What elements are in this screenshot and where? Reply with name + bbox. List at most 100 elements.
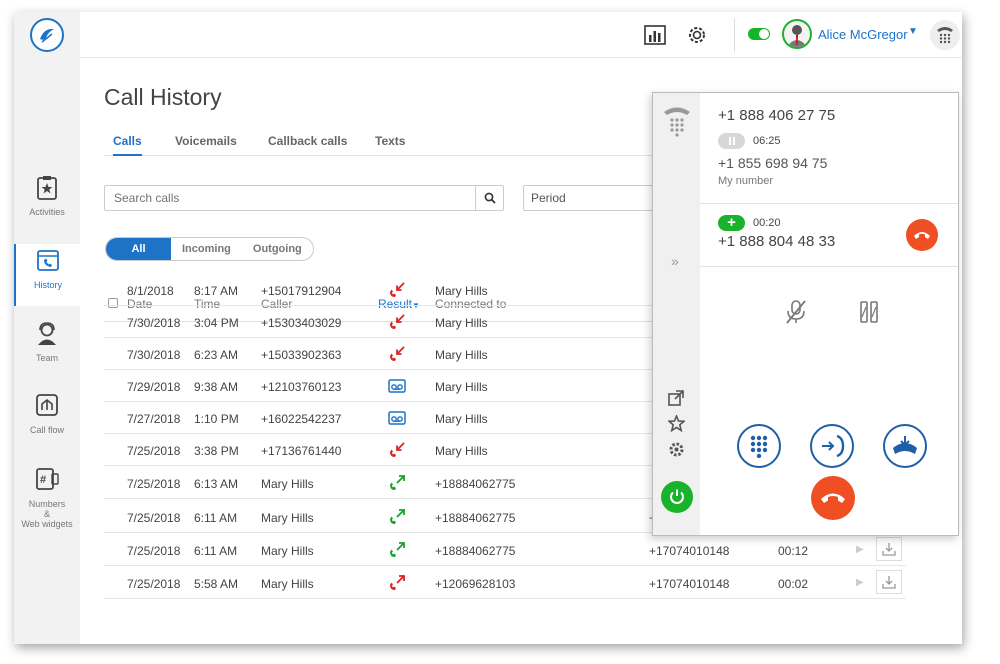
row-caller: Mary Hills bbox=[261, 511, 314, 525]
favorite-star-icon[interactable] bbox=[666, 413, 687, 437]
stats-icon[interactable] bbox=[642, 22, 668, 48]
row-time: 3:04 PM bbox=[194, 316, 239, 330]
outgoing-answered-icon bbox=[388, 508, 406, 526]
row-time: 8:17 AM bbox=[194, 284, 239, 298]
row-caller: +15017912904 bbox=[261, 284, 342, 298]
chevron-down-icon[interactable]: ▼ bbox=[908, 26, 918, 37]
sidebar-item-history[interactable]: History bbox=[14, 244, 80, 306]
expand-panel-button[interactable]: » bbox=[671, 253, 679, 269]
top-bar: Alice McGregor ▼ bbox=[14, 12, 962, 58]
missed-incoming-icon bbox=[388, 281, 406, 299]
clipboard-star-icon bbox=[37, 176, 57, 200]
download-icon bbox=[882, 543, 896, 556]
row-connected: +18884062775 bbox=[435, 477, 516, 491]
hangup-button[interactable] bbox=[811, 476, 855, 520]
availability-toggle[interactable] bbox=[748, 28, 770, 40]
transfer-button[interactable] bbox=[810, 424, 854, 468]
hold-indicator[interactable] bbox=[718, 133, 745, 149]
softphone-sidebar: » bbox=[653, 93, 700, 535]
search-button[interactable] bbox=[475, 186, 503, 210]
download-icon bbox=[882, 576, 896, 589]
table-row[interactable]: 7/25/2018 6:11 AM Mary Hills +18884062775 +1… bbox=[104, 534, 906, 566]
mute-mic-icon[interactable] bbox=[785, 299, 807, 330]
tab-callback-calls[interactable]: Callback calls bbox=[268, 134, 347, 156]
sidebar-item-numbers[interactable]: # Numbers & Web widgets bbox=[14, 466, 80, 546]
outgoing-missed-icon bbox=[388, 574, 406, 592]
tab-voicemails[interactable]: Voicemails bbox=[175, 134, 237, 156]
topbar-divider bbox=[734, 18, 735, 52]
pause-icon bbox=[728, 137, 735, 145]
add-call-button[interactable]: + bbox=[718, 215, 745, 231]
power-button[interactable] bbox=[661, 481, 693, 513]
hangup-small-button[interactable] bbox=[906, 219, 938, 251]
row-date: 8/1/2018 bbox=[127, 284, 174, 298]
sidebar-item-call-flow[interactable]: Call flow bbox=[14, 392, 80, 452]
held-call-number: +1 888 406 27 75 bbox=[718, 107, 836, 124]
settings-gear-icon[interactable] bbox=[684, 22, 710, 48]
row-date: 7/27/2018 bbox=[127, 412, 181, 426]
row-date: 7/25/2018 bbox=[127, 477, 181, 491]
user-avatar[interactable] bbox=[782, 19, 812, 49]
row-time: 9:38 AM bbox=[194, 380, 239, 394]
filter-all[interactable]: All bbox=[106, 238, 171, 260]
tab-calls[interactable]: Calls bbox=[113, 134, 142, 156]
sidebar-item-label: Web widgets bbox=[21, 519, 73, 529]
period-label: Period bbox=[531, 191, 566, 205]
panel-divider bbox=[700, 266, 958, 267]
missed-incoming-icon bbox=[388, 345, 406, 363]
sidebar-item-activities[interactable]: Activities bbox=[14, 174, 80, 234]
row-date: 7/25/2018 bbox=[127, 444, 181, 458]
my-number: +1 855 698 94 75 bbox=[718, 155, 828, 171]
park-call-button[interactable] bbox=[883, 424, 927, 468]
hangup-icon bbox=[914, 232, 930, 239]
row-caller: Mary Hills bbox=[261, 477, 314, 491]
row-number: +17074010148 bbox=[649, 544, 730, 558]
row-connected: Mary Hills bbox=[435, 380, 488, 394]
row-date: 7/30/2018 bbox=[127, 316, 181, 330]
search-box bbox=[104, 185, 504, 211]
row-caller: +17136761440 bbox=[261, 444, 342, 458]
period-select[interactable]: Period bbox=[523, 185, 653, 211]
hash-phone-icon: # bbox=[36, 468, 59, 490]
filter-outgoing[interactable]: Outgoing bbox=[242, 238, 313, 260]
dialpad-icon bbox=[750, 435, 768, 458]
row-connected: +18884062775 bbox=[435, 511, 516, 525]
popout-icon[interactable] bbox=[668, 390, 684, 411]
missed-incoming-icon bbox=[388, 441, 406, 459]
download-button[interactable] bbox=[876, 570, 902, 594]
row-time: 6:13 AM bbox=[194, 477, 239, 491]
logo-cell bbox=[14, 12, 80, 58]
row-date: 7/25/2018 bbox=[127, 544, 181, 558]
dialpad-phone-icon[interactable] bbox=[662, 103, 692, 142]
table-row[interactable]: 7/25/2018 5:58 AM Mary Hills +12069628103 +1… bbox=[104, 567, 906, 599]
transfer-icon bbox=[822, 434, 845, 458]
play-icon[interactable]: ▶ bbox=[856, 544, 864, 555]
download-button[interactable] bbox=[876, 537, 902, 561]
row-date: 7/25/2018 bbox=[127, 511, 181, 525]
row-time: 5:58 AM bbox=[194, 577, 239, 591]
row-connected: Mary Hills bbox=[435, 412, 488, 426]
row-caller: +16022542237 bbox=[261, 412, 342, 426]
dialpad-button[interactable] bbox=[737, 424, 781, 468]
dialpad-phone-icon[interactable] bbox=[930, 20, 960, 50]
app-logo[interactable] bbox=[30, 18, 64, 52]
user-name[interactable]: Alice McGregor bbox=[818, 27, 908, 42]
row-connected: Mary Hills bbox=[435, 348, 488, 362]
panel-settings-icon[interactable] bbox=[668, 441, 685, 463]
page-title: Call History bbox=[104, 84, 222, 110]
row-date: 7/25/2018 bbox=[127, 577, 181, 591]
play-icon[interactable]: ▶ bbox=[856, 577, 864, 588]
row-time: 3:38 PM bbox=[194, 444, 239, 458]
row-caller: Mary Hills bbox=[261, 544, 314, 558]
row-duration: 00:02 bbox=[778, 577, 809, 591]
search-input[interactable] bbox=[105, 186, 475, 210]
voicemail-icon bbox=[388, 377, 406, 395]
sidebar-item-team[interactable]: Team bbox=[14, 320, 80, 380]
tab-texts[interactable]: Texts bbox=[375, 134, 405, 156]
filter-incoming[interactable]: Incoming bbox=[171, 238, 242, 260]
hangup-icon bbox=[821, 493, 845, 503]
power-icon bbox=[670, 489, 684, 504]
hold-call-icon[interactable] bbox=[859, 301, 879, 328]
sidebar: Activities History Team Call flow # Numb… bbox=[14, 58, 80, 644]
row-caller: +15033902363 bbox=[261, 348, 342, 362]
